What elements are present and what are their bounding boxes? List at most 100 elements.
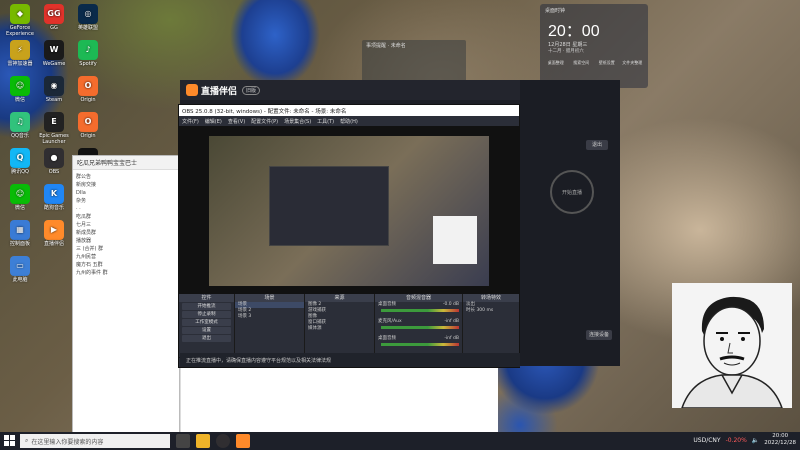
obs-menu-item[interactable]: 编辑(E) [205,118,222,125]
desktop-app-icon: O [78,76,98,96]
clock-shortcut[interactable]: 搜索空间 [570,60,594,66]
desktop-icon[interactable]: Q 腾讯QQ [4,148,36,175]
system-tray: USD/CNY -0.20% 🔈 20:00 2022/12/28 [693,433,796,447]
obs-menu-item[interactable]: 工具(T) [317,118,334,125]
desktop-icon[interactable]: O Origin [72,112,104,139]
desktop-icon[interactable]: K 酷狗音乐 [38,184,70,211]
mixer-channel-db: -inf dB [444,319,459,324]
clock-shortcut[interactable]: 桌面整理 [544,60,568,66]
desktop-icon[interactable]: ▶ 直播伴侣 [38,220,70,247]
desktop-app-icon: ♫ [10,112,30,132]
desktop-app-icon: ▭ [10,256,30,276]
chat-line: 群公告 [76,174,92,180]
mixer-channel[interactable]: 桌面音频 -0.0 dB [375,302,462,319]
obs-control-button[interactable]: 开始推流 [182,303,231,310]
desktop-icon[interactable]: ◆ GeForce Experience [4,4,36,37]
clock-widget[interactable]: 桌面时钟 20：00 12月28日 星期三 十二月 · 腊月初六 桌面整理 搜索空… [540,4,648,88]
tray-clock[interactable]: 20:00 2022/12/28 [764,433,796,447]
desktop-icon[interactable]: ▦ 控制面板 [4,220,36,247]
scenes-dock: 场景 场景 场景 2 场景 3 [235,294,305,358]
connect-device-button[interactable]: 连接设备 [586,330,612,340]
mixer-channel-db: -0.0 dB [442,302,459,307]
live-assistant-taskbar-icon[interactable] [236,434,250,448]
preview-webcam [433,216,477,264]
controls-dock: 控件 开始推流 停止录制 工作室模式 设置 退出 [179,294,235,358]
chat-line: 新成员群 [76,230,97,236]
obs-menu-item[interactable]: 配置文件(P) [251,118,278,125]
reminder-widget[interactable]: 事项提醒 · 未命名 [362,40,466,84]
desktop-app-icon: O [78,112,98,132]
desktop-icon[interactable]: E Epic Games Launcher [38,112,70,145]
desktop-icon[interactable]: ☺ 微信 [4,76,36,103]
clock-time: 20：00 [548,23,600,40]
currency-pair[interactable]: USD/CNY [693,437,720,444]
desktop-icon[interactable]: ♫ QQ音乐 [4,112,36,139]
scene-item[interactable]: 场景 3 [235,314,304,320]
sources-dock: 来源 图像 2 游戏捕获 图像 窗口捕获 媒体源 [305,294,375,358]
live-notification-bar: 正在推流直播中，请确保直播内容遵守平台规范以及相关法律法规 [180,353,520,367]
desktop-icon[interactable]: ▭ 此电脑 [4,256,36,283]
desktop-app-icon: ◎ [78,4,98,24]
desktop-app-icon: ◆ [10,4,30,24]
preview-nested-obs [269,166,389,246]
chat-line: 魔方石 五群 [76,262,103,268]
desktop-icon-label: Origin [80,97,96,103]
desktop-icon[interactable]: W WeGame [38,40,70,67]
desktop-icon[interactable]: ♪ Spotify [72,40,104,67]
source-item[interactable]: 媒体源 [305,326,374,332]
obs-taskbar-icon[interactable] [216,434,230,448]
live-version-badge[interactable]: 旧版 [242,85,261,95]
desktop-icon[interactable]: GG GG [38,4,70,31]
obs-preview[interactable] [179,126,519,294]
search-placeholder: 在这里输入你要搜索的内容 [31,438,104,446]
desktop-icon-label: QQ音乐 [11,133,29,139]
obs-menu-item[interactable]: 场景集合(S) [284,118,311,125]
live-start-button[interactable]: 开始直播 [550,170,594,214]
search-icon: ⌕ [25,437,29,444]
reminder-title: 事项提醒 · 未命名 [366,43,406,49]
desktop-app-icon: K [44,184,64,204]
desktop-icon-label: 腾讯QQ [11,169,29,175]
desktop-icon[interactable]: ◉ Steam [38,76,70,103]
obs-control-button[interactable]: 工作室模式 [182,319,231,326]
obs-menu-item[interactable]: 帮助(H) [340,118,358,125]
live-right-panel[interactable]: 退出 开始直播 连接设备 [520,80,620,366]
chat-window[interactable]: 吃瓜兄弟鸭鸭宝宝巴士 群公告 新房交接 DIla 杂务 · · 吃瓜群 七月三 新成员群 播放器… [72,155,180,433]
desktop-icon-label: 微信 [14,97,25,103]
desktop-app-icon: GG [44,4,64,24]
notification-text: 正在推流直播中，请确保直播内容遵守平台规范以及相关法律法规 [186,357,332,364]
chat-line: DIla [76,190,86,196]
desktop-icon[interactable]: ◎ 英雄联盟 [72,4,104,31]
clock-shortcuts: 桌面整理 搜索空间 壁纸设置 文件夹整理 [540,54,648,66]
obs-control-button[interactable]: 退出 [182,335,231,342]
clock-shortcut[interactable]: 文件夹整理 [621,60,645,66]
mixer-channel[interactable]: 麦克风/Aux -inf dB [375,319,462,336]
live-exit-button[interactable]: 退出 [586,140,608,150]
chat-line: · · [76,206,81,212]
obs-menu-item[interactable]: 文件(F) [182,118,199,125]
obs-window[interactable]: OBS 25.0.8 (32-bit, windows) - 配置文件: 未命名… [178,104,520,368]
desktop-icon-label: 雷神加速器 [7,61,33,67]
obs-control-button[interactable]: 设置 [182,327,231,334]
file-explorer-icon[interactable] [196,434,210,448]
volume-icon[interactable]: 🔈 [752,437,759,444]
mixer-channel-name: 麦克风/Aux [378,319,402,324]
desktop-icon[interactable]: ● OBS [38,148,70,175]
duration-value[interactable]: 300 ms [476,308,493,313]
desktop-icon[interactable]: ⚡ 雷神加速器 [4,40,36,67]
obs-control-button[interactable]: 停止录制 [182,311,231,318]
task-view-icon[interactable] [176,434,190,448]
obs-menu-item[interactable]: 查看(V) [228,118,245,125]
mixer-channel-name: 桌面音频 [378,336,396,341]
obs-menubar[interactable]: 文件(F) 编辑(E) 查看(V) 配置文件(P) 场景集合(S) 工具(T) 帮助(H) [179,116,519,126]
taskbar-search[interactable]: ⌕ 在这里输入你要搜索的内容 [20,434,170,448]
start-icon[interactable] [4,435,15,446]
tray-time: 20:00 [772,433,789,439]
webcam-feed [672,283,792,408]
desktop-icon[interactable]: ☺ 微信 [4,184,36,211]
desktop-icon[interactable]: O Origin [72,76,104,103]
clock-shortcut[interactable]: 壁纸设置 [595,60,619,66]
mixer-channel[interactable]: 桌面音频 -inf dB [375,336,462,353]
webcam-illustration [681,296,783,408]
chat-message-list[interactable]: 群公告 新房交接 DIla 杂务 · · 吃瓜群 七月三 新成员群 播放器三 (合并) 群九州民… [73,170,179,432]
